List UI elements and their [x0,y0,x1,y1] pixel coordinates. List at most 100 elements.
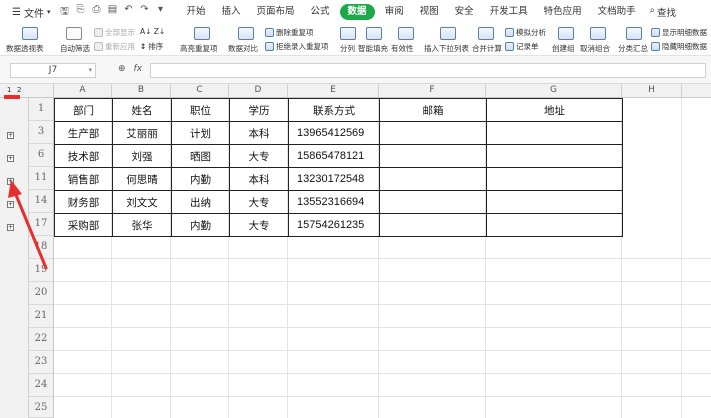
table-cell[interactable]: 本科 [229,167,289,191]
sort-button[interactable]: ↕ 排序 [140,41,163,52]
table-header-cell[interactable]: 职位 [171,98,230,122]
redo-icon[interactable]: ↷ [138,4,150,21]
table-header-cell[interactable]: 姓名 [112,98,172,122]
table-cell[interactable]: 技术部 [54,144,113,168]
record-form-button[interactable]: 记录单 [505,41,539,52]
column-header-next[interactable] [682,84,711,98]
tab-data[interactable]: 数据 [339,4,375,20]
simulation-button[interactable]: 模拟分析 [505,27,546,38]
expand-plus-icon[interactable]: + [7,132,14,139]
outline-level-2-button[interactable]: 2 [17,86,21,94]
column-header-e[interactable]: E [288,84,379,98]
select-all-corner[interactable] [29,84,54,98]
auto-filter-button[interactable]: 自动筛选 [60,43,90,54]
undo-icon[interactable]: ↶ [122,4,134,21]
row-header[interactable]: 1 [29,98,54,121]
formula-input[interactable] [150,63,706,78]
print-icon[interactable]: ⎙ [90,4,102,21]
tab-page-layout[interactable]: 页面布局 [251,4,301,20]
table-header-cell[interactable]: 联系方式 [288,98,380,122]
reject-duplicates-button[interactable]: 拒绝录入重复项 [265,41,329,52]
row-header[interactable]: 6 [29,144,54,167]
name-box[interactable]: J7 ▾ [10,63,96,78]
table-cell[interactable]: 生产部 [54,121,113,145]
hide-detail-button[interactable]: 隐藏明细数据 [651,41,707,52]
table-header-cell[interactable]: 部门 [54,98,113,122]
save-icon[interactable]: 🖫 [58,4,70,21]
tab-special[interactable]: 特色应用 [538,4,588,20]
table-cell[interactable]: 晒图 [171,144,230,168]
row-header[interactable]: 20 [29,282,54,305]
column-header-f[interactable]: F [379,84,486,98]
table-cell[interactable] [379,190,487,214]
export-icon[interactable]: ⎘ [74,4,86,21]
insert-dropdown-button[interactable]: 插入下拉列表 [424,43,469,54]
table-header-cell[interactable]: 学历 [229,98,289,122]
subtotal-button[interactable]: 分类汇总 [618,43,648,54]
row-header[interactable]: 25 [29,397,54,418]
show-detail-button[interactable]: 显示明细数据 [651,27,707,38]
tab-doc-assistant[interactable]: 文档助手 [592,4,642,20]
tab-security[interactable]: 安全 [449,4,480,20]
table-cell[interactable] [486,190,623,214]
table-cell[interactable]: 13965412569 [288,121,380,145]
tab-formula[interactable]: 公式 [305,4,336,20]
tab-review[interactable]: 审阅 [379,4,410,20]
table-cell[interactable]: 13552316694 [288,190,380,214]
highlight-duplicates-button[interactable]: 高亮重复项 [180,43,218,54]
row-header[interactable]: 23 [29,351,54,374]
table-cell[interactable]: 何思晴 [112,167,172,191]
tab-insert[interactable]: 插入 [216,4,247,20]
data-compare-button[interactable]: 数据对比 [228,43,258,54]
split-columns-button[interactable]: 分列 [340,43,355,54]
row-header[interactable]: 22 [29,328,54,351]
row-header[interactable]: 24 [29,374,54,397]
tab-home[interactable]: 开始 [180,4,211,20]
table-cell[interactable] [486,144,623,168]
table-cell[interactable]: 计划 [171,121,230,145]
smart-fill-button[interactable]: 智能填充 [358,43,388,54]
table-header-cell[interactable]: 地址 [486,98,623,122]
sort-asc-icon[interactable]: A↓ Z↓ [140,27,165,36]
table-header-cell[interactable]: 邮箱 [379,98,487,122]
table-cell[interactable] [379,213,487,237]
column-header-b[interactable]: B [112,84,171,98]
table-cell[interactable]: 张华 [112,213,172,237]
table-cell[interactable]: 15865478121 [288,144,380,168]
more-icon[interactable]: ▾ [154,4,166,21]
outline-level-1-button[interactable]: 1 [7,86,11,94]
table-cell[interactable]: 内勤 [171,167,230,191]
column-header-d[interactable]: D [229,84,288,98]
column-header-c[interactable]: C [171,84,229,98]
delete-duplicates-button[interactable]: 删除重复项 [265,27,314,38]
table-cell[interactable]: 本科 [229,121,289,145]
table-cell[interactable]: 15754261235 [288,213,380,237]
expand-plus-icon[interactable]: + [7,155,14,162]
pivot-table-button[interactable]: 数据透视表 [6,43,44,54]
tab-developer[interactable]: 开发工具 [484,4,534,20]
tab-view[interactable]: 视图 [414,4,445,20]
table-cell[interactable]: 采购部 [54,213,113,237]
show-all-button[interactable]: 全部显示 [94,27,135,38]
column-header-g[interactable]: G [486,84,622,98]
row-header[interactable]: 21 [29,305,54,328]
table-cell[interactable]: 刘文文 [112,190,172,214]
column-header-a[interactable]: A [54,84,112,98]
table-cell[interactable]: 销售部 [54,167,113,191]
reapply-button[interactable]: 重新应用 [94,41,135,52]
table-cell[interactable]: 大专 [229,190,289,214]
table-cell[interactable] [379,121,487,145]
zoom-icon[interactable]: ⊕ [118,64,126,74]
table-cell[interactable] [486,121,623,145]
preview-icon[interactable]: ▤ [106,4,118,21]
search-button[interactable]: ⌕ 查找 [646,5,680,19]
table-cell[interactable]: 大专 [229,213,289,237]
function-icon[interactable]: fx [134,64,143,74]
table-cell[interactable]: 刘强 [112,144,172,168]
ungroup-button[interactable]: 取消组合 [580,43,610,54]
table-cell[interactable] [379,144,487,168]
table-cell[interactable]: 大专 [229,144,289,168]
table-cell[interactable] [379,167,487,191]
consolidate-button[interactable]: 合并计算 [472,43,502,54]
table-cell[interactable]: 艾丽丽 [112,121,172,145]
